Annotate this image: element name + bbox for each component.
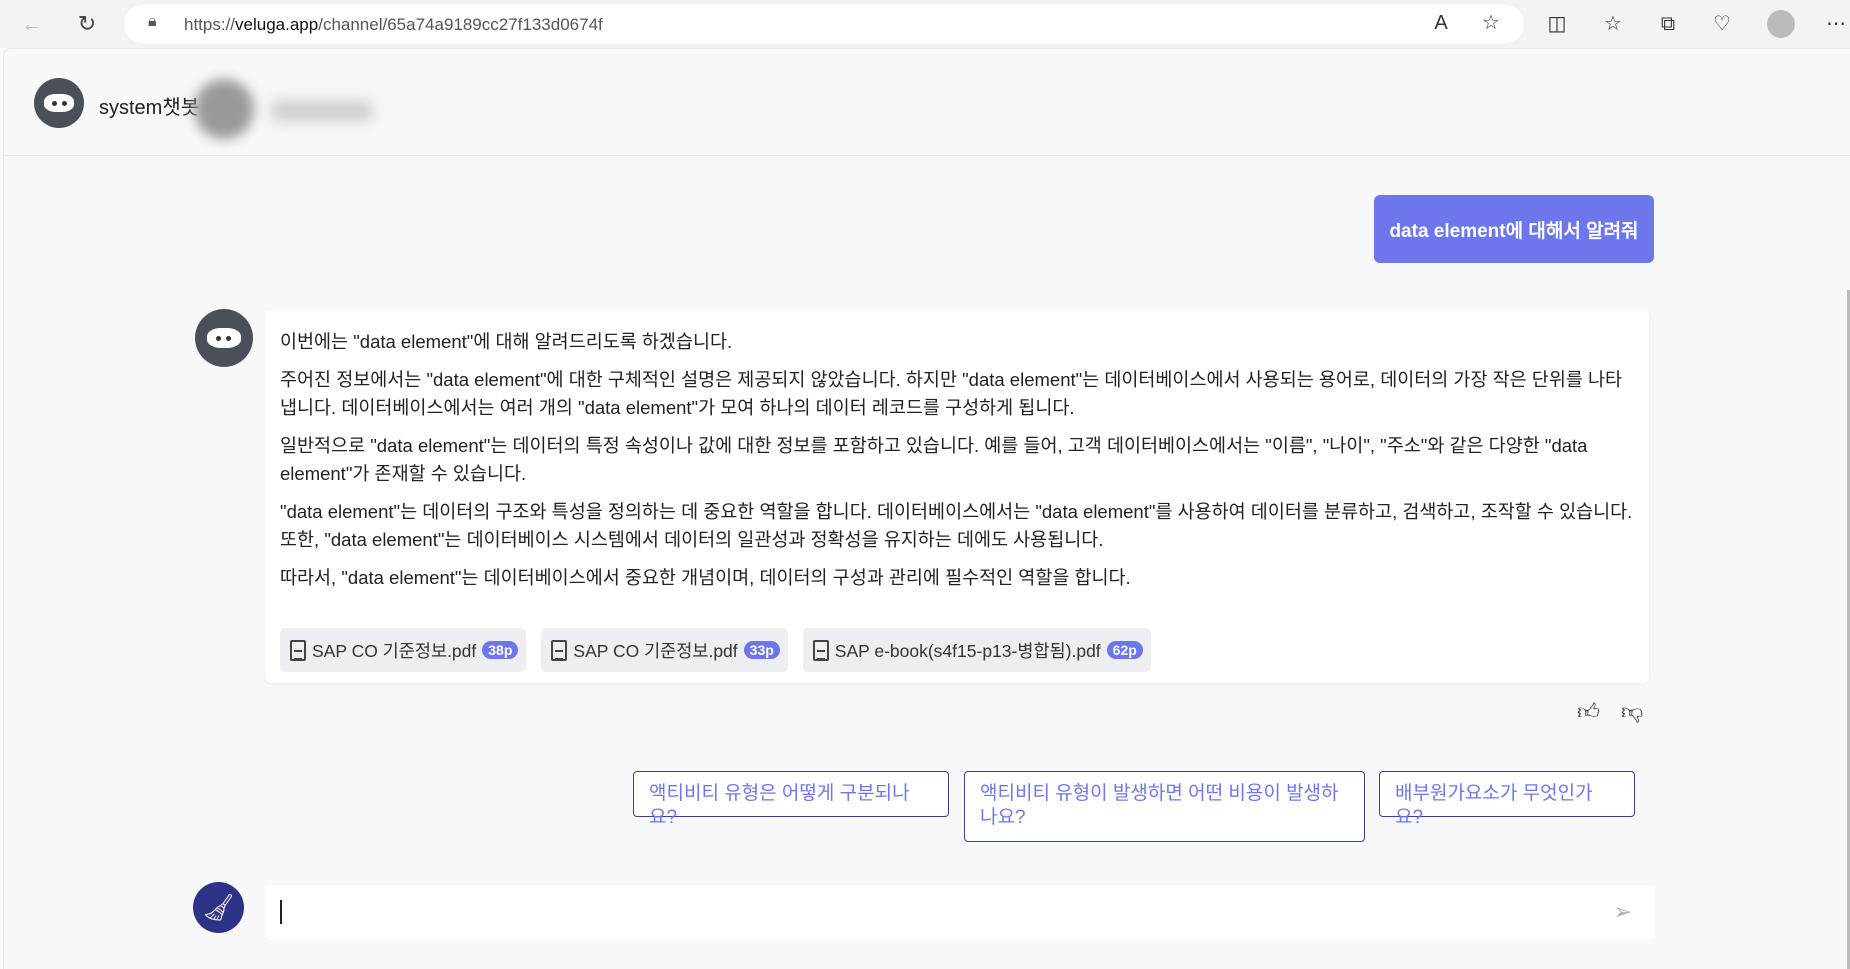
- url-prefix: https://: [184, 15, 236, 34]
- bot-avatar: [195, 309, 253, 367]
- chatbot-title: system챗봇: [99, 97, 200, 119]
- suggestion-button[interactable]: 배부원가요소가 무엇인가요?: [1379, 771, 1635, 828]
- profile-avatar[interactable]: [1767, 10, 1795, 38]
- url-domain: veluga.app: [235, 15, 319, 34]
- url-text: https://veluga.app/channel/65a74a9189cc2…: [184, 15, 603, 35]
- source-chip[interactable]: SAP CO 기준정보.pdf 33p: [541, 628, 788, 672]
- split-screen-icon[interactable]: ◫: [1543, 10, 1571, 38]
- message-paragraph: 따라서, "data element"는 데이터베이스에서 중요한 개념이며, …: [280, 567, 1131, 588]
- source-list: SAP CO 기준정보.pdf 38p SAP CO 기준정보.pdf 33p SA…: [280, 628, 1151, 672]
- favorites-icon[interactable]: ☆: [1599, 10, 1627, 38]
- chat-input[interactable]: ➢: [265, 885, 1654, 940]
- blurred-avatar: [194, 79, 254, 139]
- lock-icon: 🔒︎: [148, 13, 157, 30]
- page-badge: 62p: [1106, 641, 1143, 659]
- text-caret: [280, 900, 282, 924]
- refresh-icon[interactable]: ↻: [73, 10, 101, 38]
- source-chip[interactable]: SAP CO 기준정보.pdf 38p: [280, 628, 527, 672]
- document-icon: [812, 639, 829, 661]
- thumbs-up-icon[interactable]: 👍︎: [1577, 698, 1600, 725]
- source-name: SAP e-book(s4f15-p13-병합됨).pdf: [834, 640, 1101, 661]
- chat-header: system챗봇: [4, 49, 1850, 156]
- page-badge: 33p: [743, 641, 780, 659]
- message-paragraph: 일반적으로 "data element"는 데이터의 특정 속성이나 값에 대한…: [280, 435, 1588, 484]
- thumbs-down-icon[interactable]: 👎︎: [1621, 698, 1643, 725]
- collections-icon[interactable]: ⧉: [1654, 10, 1682, 38]
- back-icon[interactable]: ←: [18, 10, 46, 38]
- more-icon[interactable]: ⋯: [1822, 10, 1850, 38]
- blurred-name: [272, 101, 372, 121]
- source-name: SAP CO 기준정보.pdf: [573, 640, 738, 661]
- read-aloud-icon[interactable]: A: [1427, 9, 1455, 37]
- address-bar[interactable]: 🔒︎ https://veluga.app/channel/65a74a9189…: [124, 5, 1524, 43]
- bot-avatar: [34, 78, 84, 128]
- message-paragraph: 주어진 정보에서는 "data element"에 대한 구체적인 설명은 제공…: [280, 369, 1623, 418]
- browser-essentials-icon[interactable]: ♡: [1708, 10, 1736, 38]
- user-message-bubble: data element에 대해서 알려줘: [1374, 195, 1654, 263]
- send-icon[interactable]: ➢: [1614, 899, 1632, 925]
- url-path: /channel/65a74a9189cc27f133d0674f: [318, 15, 603, 34]
- favorite-star-icon[interactable]: ☆: [1477, 9, 1505, 37]
- browser-toolbar: ← ↻ 🔒︎ https://veluga.app/channel/65a74a…: [0, 0, 1850, 48]
- message-paragraph: "data element"는 데이터의 구조와 특성을 정의하는 데 중요한 …: [280, 501, 1633, 550]
- source-chip[interactable]: SAP e-book(s4f15-p13-병합됨).pdf 62p: [802, 628, 1151, 672]
- source-name: SAP CO 기준정보.pdf: [312, 640, 477, 661]
- page-badge: 38p: [482, 641, 519, 659]
- message-paragraph: 이번에는 "data element"에 대해 알려드리도록 하겠습니다.: [280, 331, 733, 352]
- suggestion-button[interactable]: 액티비티 유형은 어떻게 구분되나요?: [633, 771, 949, 828]
- document-icon: [290, 639, 306, 661]
- clear-chat-broom-icon[interactable]: 🧹︎: [193, 882, 244, 933]
- suggestion-button[interactable]: 액티비티 유형이 발생하면 어떤 비용이 발생하나요?: [964, 771, 1365, 842]
- document-icon: [551, 639, 568, 661]
- bot-message-card: 이번에는 "data element"에 대해 알려드리도록 하겠습니다. 주어…: [265, 310, 1649, 683]
